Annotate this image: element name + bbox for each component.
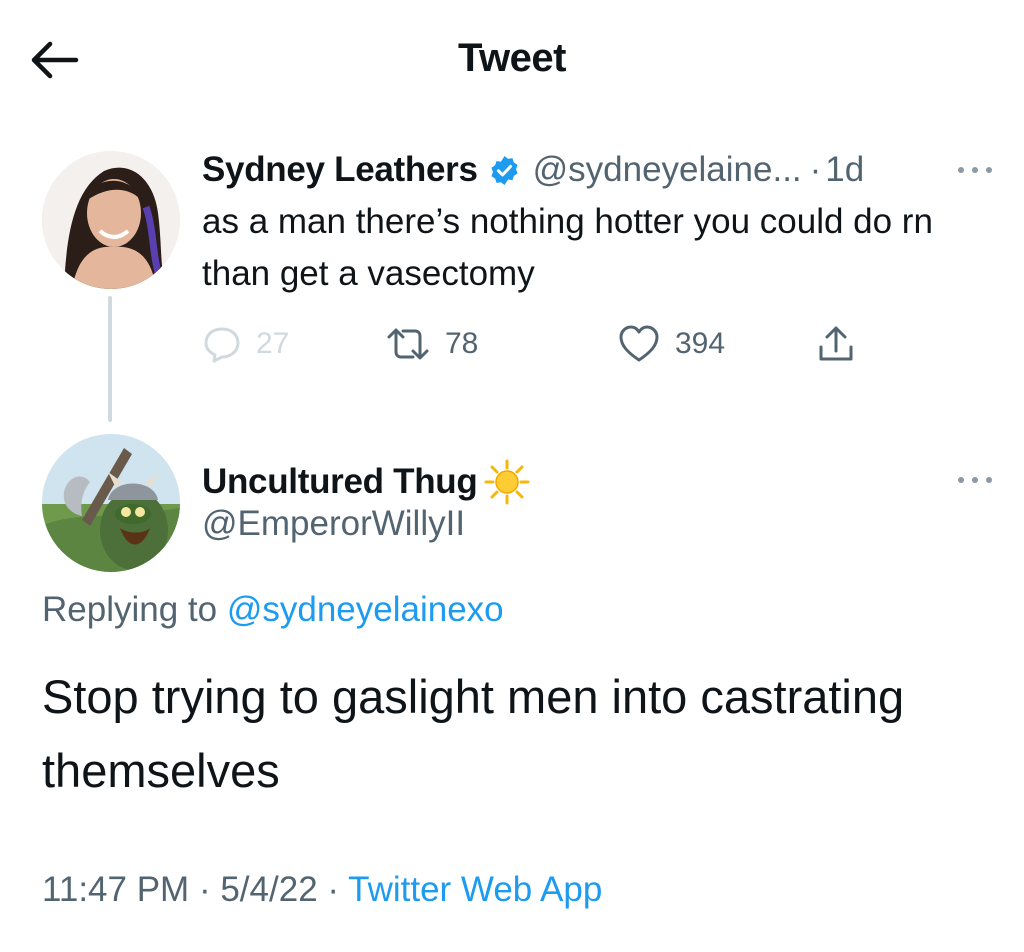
uncultured-thug-avatar[interactable] bbox=[42, 434, 180, 572]
retweet-icon bbox=[387, 328, 429, 360]
top-bar: Tweet bbox=[0, 0, 1024, 120]
parent-action-bar: 27 78 394 bbox=[202, 318, 902, 370]
retweet-button[interactable]: 78 bbox=[385, 318, 478, 370]
parent-display-name[interactable]: Sydney Leathers bbox=[202, 150, 478, 190]
sun-emoji-icon bbox=[484, 459, 530, 505]
like-button[interactable]: 394 bbox=[617, 318, 725, 370]
thread-connector bbox=[108, 296, 112, 422]
reply-button[interactable]: 27 bbox=[202, 318, 289, 370]
tweet-date[interactable]: 5/4/22 bbox=[220, 870, 317, 909]
page-title: Tweet bbox=[458, 36, 566, 80]
tweet-time[interactable]: 11:47 PM bbox=[42, 870, 189, 909]
dot-separator: · bbox=[809, 150, 822, 189]
tweet-source-link[interactable]: Twitter Web App bbox=[348, 870, 602, 909]
main-handle[interactable]: @EmperorWillyII bbox=[202, 504, 465, 544]
parent-tweet-text: as a man there’s nothing hotter you coul… bbox=[202, 202, 933, 293]
sydney-avatar[interactable] bbox=[42, 151, 180, 289]
replying-to-label: Replying to bbox=[42, 590, 218, 629]
verified-badge-icon bbox=[491, 155, 518, 185]
reply-icon bbox=[204, 327, 240, 363]
meta-separator: · bbox=[327, 870, 340, 909]
more-options-icon bbox=[958, 167, 992, 173]
more-options-icon bbox=[958, 477, 992, 483]
share-button[interactable] bbox=[816, 318, 856, 370]
replying-to-line: Replying to @sydneyelainexo bbox=[42, 590, 504, 630]
main-tweet-text: Stop trying to gaslight men into castrat… bbox=[42, 670, 905, 797]
parent-tweet-header: Sydney Leathers @sydneyelaine... · 1d bbox=[202, 146, 864, 194]
main-tweet-header: Uncultured Thug bbox=[202, 458, 531, 506]
parent-handle[interactable]: @sydneyelaine... bbox=[533, 150, 802, 190]
like-icon bbox=[619, 325, 659, 362]
meta-separator: · bbox=[198, 870, 211, 909]
replying-to-handle-link[interactable]: @sydneyelainexo bbox=[227, 590, 504, 629]
retweet-count: 78 bbox=[445, 327, 479, 360]
reply-count: 27 bbox=[256, 327, 290, 360]
tweet-metadata: 11:47 PM · 5/4/22 · Twitter Web App bbox=[42, 870, 602, 910]
like-count: 394 bbox=[675, 327, 726, 360]
parent-time-ago[interactable]: 1d bbox=[825, 150, 864, 190]
share-icon bbox=[819, 326, 853, 361]
main-more-button[interactable] bbox=[952, 470, 998, 490]
parent-more-button[interactable] bbox=[952, 160, 998, 180]
main-display-name[interactable]: Uncultured Thug bbox=[202, 462, 478, 502]
